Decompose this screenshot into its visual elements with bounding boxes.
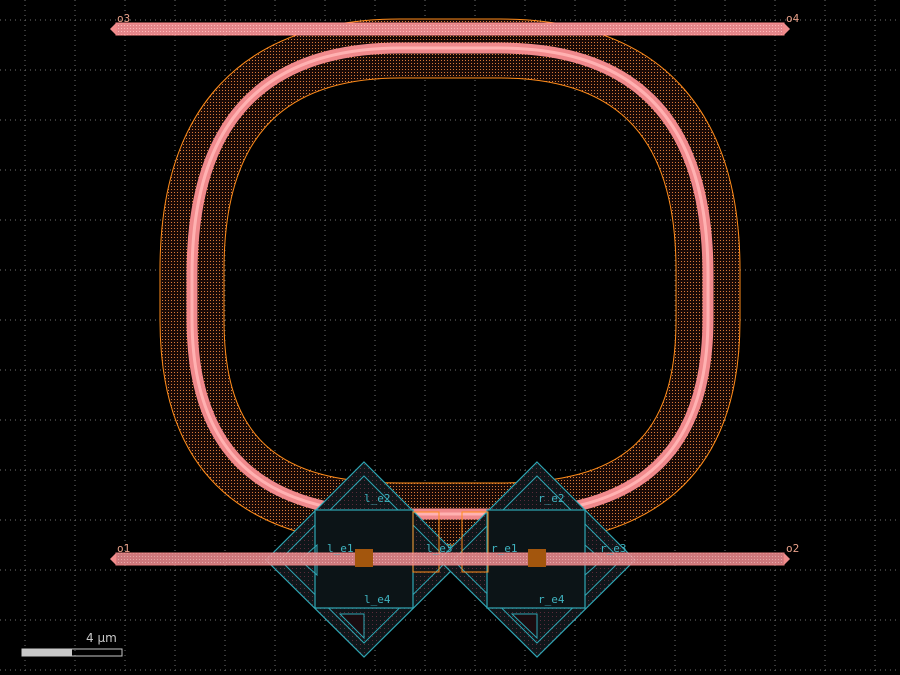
heater-port-label-r-e4: r_e4 bbox=[538, 593, 565, 606]
port-label-o1: o1 bbox=[117, 542, 130, 555]
heater-port-label-l-e3: l_e3 bbox=[426, 542, 453, 555]
port-label-o3: o3 bbox=[117, 12, 130, 25]
scale-bar-label: 4 μm bbox=[86, 631, 117, 645]
heater-port-label-r-e3: r_e3 bbox=[600, 542, 627, 555]
port-label-o2: o2 bbox=[786, 542, 799, 555]
background-grid bbox=[0, 0, 900, 675]
heater-port-label-r-e1: r_e1 bbox=[491, 542, 518, 555]
heater-port-label-l-e4: l_e4 bbox=[364, 593, 391, 606]
port-label-o4: o4 bbox=[786, 12, 800, 25]
scale-bar: 4 μm bbox=[21, 631, 123, 657]
heater-port-label-l-e2: l_e2 bbox=[364, 492, 391, 505]
heater-port-label-l-e1: l_e1 bbox=[327, 542, 354, 555]
ring-resonator[interactable] bbox=[159, 18, 741, 546]
layout-canvas[interactable]: o3 o4 o1 o2 l_e2 l_e1 l_e4 l_e3 r_e2 r_e… bbox=[0, 0, 900, 675]
heater-port-label-r-e2: r_e2 bbox=[538, 492, 565, 505]
top-bus-waveguide[interactable] bbox=[110, 22, 790, 36]
